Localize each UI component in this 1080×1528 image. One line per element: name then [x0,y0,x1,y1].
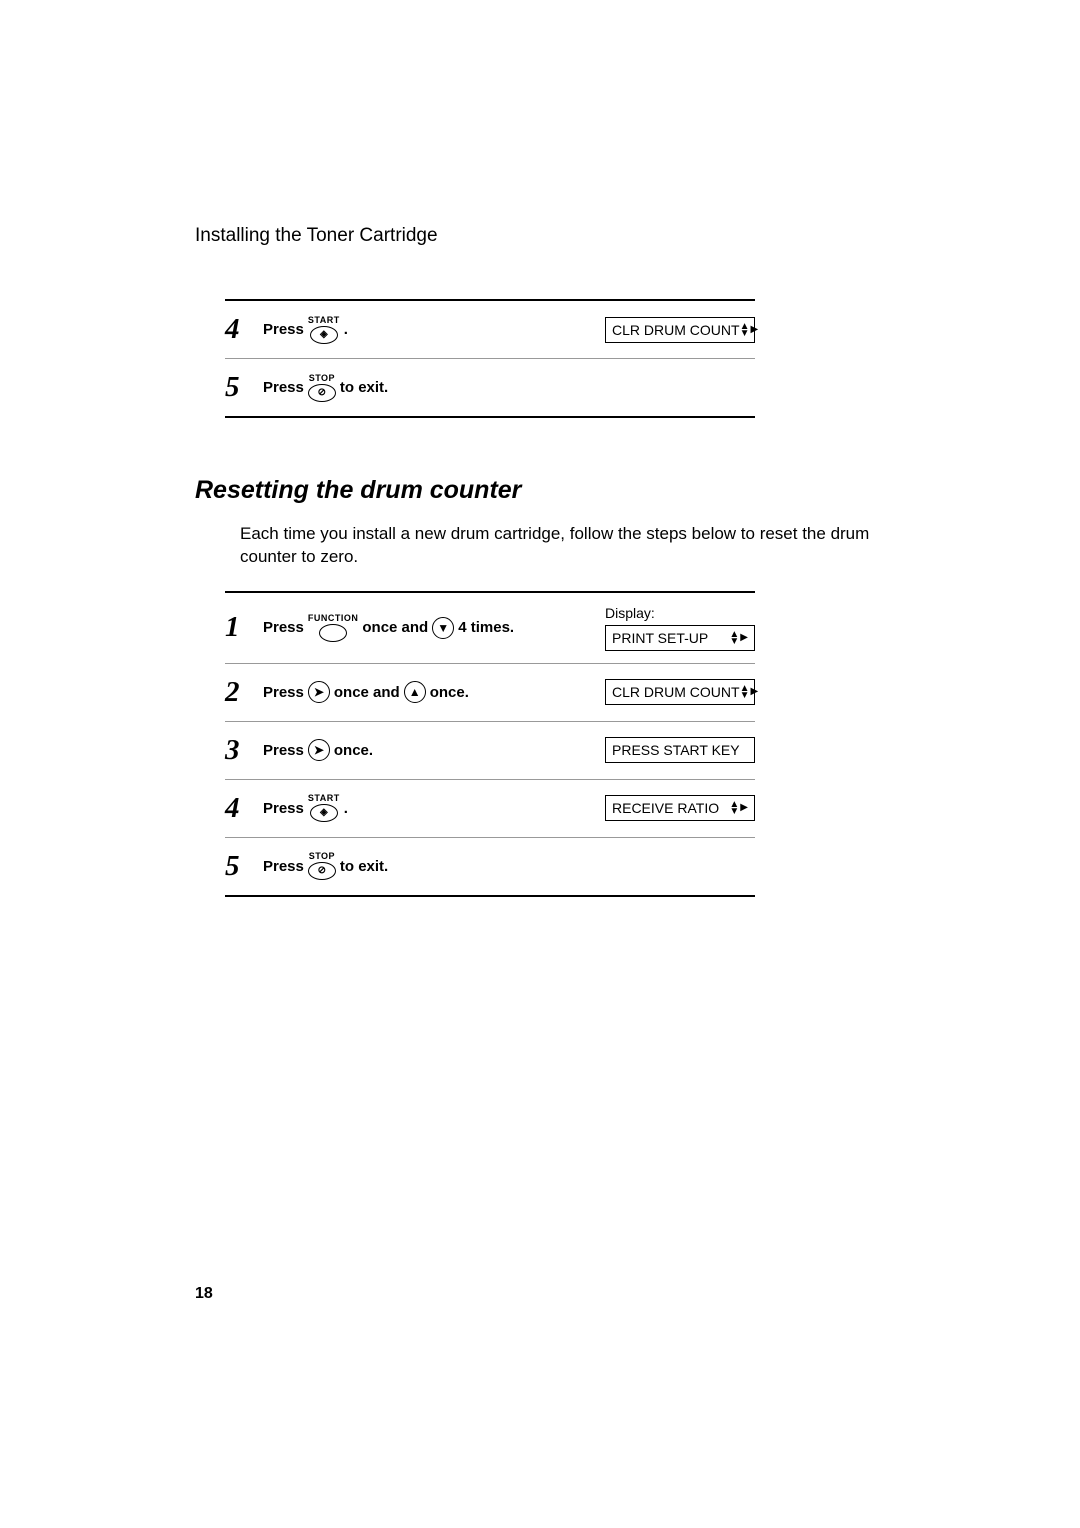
section-intro: Each time you install a new drum cartrid… [240,523,905,569]
arrows-icon: ▲▼▶ [740,323,759,337]
step-number: 4 [225,792,263,825]
arrows-icon: ▲▼▶ [729,631,748,645]
step-number: 1 [225,611,263,644]
display-box: CLR DRUM COUNT▲▼▶ [605,317,755,343]
step-row: 4 Press START ◈ . RECEIVE RATIO▲▼▶ [225,780,755,838]
step-text: Press STOP ⊘ to exit. [263,852,755,880]
display-col: PRESS START KEY [605,737,755,763]
step-text: Press FUNCTION once and ▼ 4 times. [263,614,605,642]
step-number: 5 [225,850,263,883]
up-arrow-icon: ▲ [404,681,426,703]
display-box: PRINT SET-UP▲▼▶ [605,625,755,651]
display-col: CLR DRUM COUNT▲▼▶ [605,679,755,705]
step-row: 2 Press ➤ once and ▲ once. CLR DRUM COUN… [225,664,755,722]
display-col: CLR DRUM COUNT▲▼▶ [605,317,755,343]
step-number: 3 [225,734,263,767]
display-label: Display: [605,605,655,621]
section-steps-block: 1 Press FUNCTION once and ▼ 4 times. Dis… [225,591,755,897]
step-number: 5 [225,371,263,404]
arrows-icon: ▲▼▶ [740,685,759,699]
top-steps-block: 4 Press START ◈ . CLR DRUM COUNT▲▼▶ 5 Pr… [225,299,755,418]
step-row: 4 Press START ◈ . CLR DRUM COUNT▲▼▶ [225,301,755,359]
page-number: 18 [195,1285,213,1303]
step-row: 3 Press ➤ once. PRESS START KEY [225,722,755,780]
right-arrow-icon: ➤ [308,739,330,761]
display-box: CLR DRUM COUNT▲▼▶ [605,679,755,705]
step-row: 1 Press FUNCTION once and ▼ 4 times. Dis… [225,593,755,664]
right-arrow-icon: ➤ [308,681,330,703]
stop-button-icon: STOP ⊘ [308,852,336,880]
start-button-icon: START ◈ [308,794,340,822]
step-text: Press START ◈ . [263,794,605,822]
function-button-icon: FUNCTION [308,614,359,642]
page-header: Installing the Toner Cartridge [195,225,915,247]
step-text: Press ➤ once and ▲ once. [263,681,605,703]
step-text: Press START ◈ . [263,316,605,344]
start-button-icon: START ◈ [308,316,340,344]
step-row: 5 Press STOP ⊘ to exit. [225,838,755,897]
stop-button-icon: STOP ⊘ [308,374,336,402]
arrows-icon: ▲▼▶ [729,801,748,815]
display-box: PRESS START KEY [605,737,755,763]
display-col: Display: PRINT SET-UP▲▼▶ [605,605,755,651]
down-arrow-icon: ▼ [432,617,454,639]
section-title: Resetting the drum counter [195,476,915,505]
step-text: Press STOP ⊘ to exit. [263,374,755,402]
step-number: 2 [225,676,263,709]
display-box: RECEIVE RATIO▲▼▶ [605,795,755,821]
step-row: 5 Press STOP ⊘ to exit. [225,359,755,418]
step-number: 4 [225,313,263,346]
step-text: Press ➤ once. [263,739,605,761]
display-col: RECEIVE RATIO▲▼▶ [605,795,755,821]
